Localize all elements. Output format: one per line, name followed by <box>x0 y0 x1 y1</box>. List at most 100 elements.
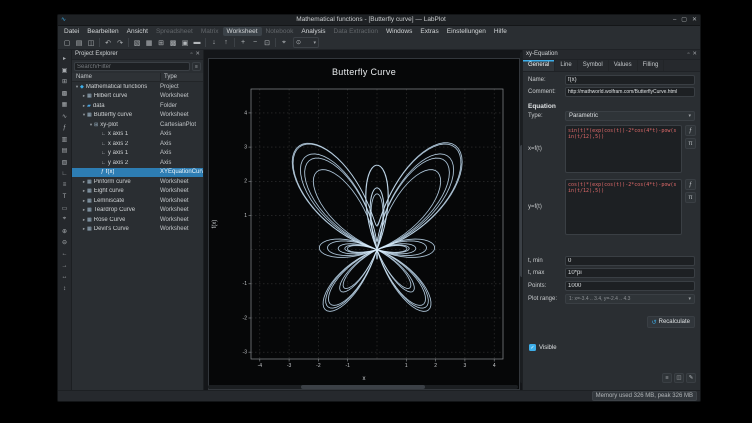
filter-options-icon[interactable]: ≡ <box>192 62 201 71</box>
tree-column-headers[interactable]: Name Type <box>72 73 203 82</box>
new-folder-icon[interactable]: ▧ <box>131 37 143 49</box>
menu-einstellungen[interactable]: Einstellungen <box>443 27 490 36</box>
minimize-button[interactable]: – <box>673 16 676 25</box>
menu-worksheet[interactable]: Worksheet <box>223 27 262 36</box>
search-input[interactable] <box>74 62 190 71</box>
insert-function-icon[interactable]: ƒ <box>685 179 696 190</box>
visible-checkbox[interactable]: ✓ Visible <box>529 344 557 351</box>
close-button[interactable]: ✕ <box>692 16 697 25</box>
menu-spreadsheet[interactable]: Spreadsheet <box>152 27 197 36</box>
menu-hilfe[interactable]: Hilfe <box>490 27 511 36</box>
menu-data-extraction[interactable]: Data Extraction <box>330 27 382 36</box>
close-dock-icon[interactable]: ✕ <box>692 50 697 59</box>
worksheet-view[interactable]: Butterfly Curve f(x) x <box>204 50 524 390</box>
x-equation-input[interactable]: sin(t)*(exp(cos(t))-2*cos(4*t)-pow(sin(t… <box>565 125 682 173</box>
horizontal-scrollbar[interactable] <box>208 385 518 389</box>
add-image-icon[interactable]: ▭ <box>60 203 70 213</box>
tree-item-butterfly-curve[interactable]: ▾▦Butterfly curveWorksheet <box>72 111 203 121</box>
new-worksheet-icon[interactable]: ▣ <box>179 37 191 49</box>
column-type[interactable]: Type <box>160 73 177 82</box>
maximize-button[interactable]: ▢ <box>681 16 687 25</box>
menu-bearbeiten[interactable]: Bearbeiten <box>83 27 122 36</box>
context-menu-icon[interactable]: ≡ <box>662 373 672 383</box>
pointer-tool-icon[interactable]: ▸ <box>60 54 70 64</box>
new-project-icon[interactable]: ▢ <box>61 37 73 49</box>
tmin-input[interactable] <box>565 256 695 266</box>
tree-item-xy-plot[interactable]: ▾⊞xy-plotCartesianPlot <box>72 120 203 130</box>
new-note-icon[interactable]: ▬ <box>191 37 203 49</box>
menu-analysis[interactable]: Analysis <box>297 27 329 36</box>
tree-item-hilbert-curve[interactable]: ▸▦Hilbert curveWorksheet <box>72 92 203 102</box>
save-project-icon[interactable]: ◫ <box>85 37 97 49</box>
new-spreadsheet-icon[interactable]: ⊞ <box>155 37 167 49</box>
tree-item-rose-curve[interactable]: ▸▦Rose CurveWorksheet <box>72 215 203 225</box>
new-workbook-icon[interactable]: ▦ <box>143 37 155 49</box>
equation-dock-header[interactable]: xy-Equation ▫ ✕ <box>523 50 700 60</box>
plot-page[interactable]: Butterfly Curve f(x) x <box>208 58 520 390</box>
plot-canvas[interactable] <box>209 59 519 389</box>
tab-symbol[interactable]: Symbol <box>578 60 609 71</box>
scale-auto-x-icon[interactable]: ↔ <box>60 272 70 282</box>
zoom-fit-icon[interactable]: ⊡ <box>261 37 273 49</box>
float-dock-icon[interactable]: ▫ <box>687 50 689 59</box>
tree-item-piriform-curve[interactable]: ▸▦Piriform curveWorksheet <box>72 177 203 187</box>
add-plot-icon[interactable]: ▦ <box>60 100 70 110</box>
shift-left-icon[interactable]: ← <box>60 249 70 259</box>
horizontal-scrollbar-thumb[interactable] <box>301 385 425 389</box>
tree-item-eight-curve[interactable]: ▸▦Eight curveWorksheet <box>72 187 203 197</box>
menu-matrix[interactable]: Matrix <box>197 27 223 36</box>
tree-item-y-axis-2[interactable]: ∟y axis 2Axis <box>72 158 203 168</box>
add-xy-curve-icon[interactable]: ∿ <box>60 111 70 121</box>
menu-extras[interactable]: Extras <box>416 27 442 36</box>
undo-icon[interactable]: ↶ <box>102 37 114 49</box>
tree-item-data[interactable]: ▸▰dataFolder <box>72 101 203 111</box>
add-legend-icon[interactable]: ≡ <box>60 180 70 190</box>
y-equation-input[interactable]: cos(t)*(exp(cos(t))-2*cos(4*t)-pow(sin(t… <box>565 179 682 235</box>
tree-item-mathematical-functions[interactable]: ▾◆Mathematical functionsProject <box>72 82 203 92</box>
tab-general[interactable]: General <box>523 60 555 71</box>
tab-line[interactable]: Line <box>555 60 577 71</box>
tree-item-lemniscate[interactable]: ▸▦LemniscateWorksheet <box>72 196 203 206</box>
tmax-input[interactable] <box>565 268 695 278</box>
menu-ansicht[interactable]: Ansicht <box>123 27 152 36</box>
comment-input[interactable] <box>565 87 695 97</box>
menu-datei[interactable]: Datei <box>60 27 83 36</box>
tab-filling[interactable]: Filling <box>638 60 665 71</box>
insert-function-icon[interactable]: ƒ <box>685 125 696 136</box>
type-combo[interactable]: Parametric ▾ <box>565 111 695 121</box>
tab-values[interactable]: Values <box>609 60 638 71</box>
titlebar[interactable]: ∿ Mathematical functions - [Butterfly cu… <box>58 15 700 26</box>
edit-template-icon[interactable]: ✎ <box>686 373 696 383</box>
menu-notebook[interactable]: Notebook <box>262 27 298 36</box>
name-input[interactable] <box>565 75 695 85</box>
crosshair-tool-icon[interactable]: ⌖ <box>60 215 70 225</box>
zoom-out-tool-icon[interactable]: ⊖ <box>60 238 70 248</box>
import-data-icon[interactable]: ↓ <box>208 37 220 49</box>
magnification-combo[interactable]: ⊙▾ <box>293 37 319 48</box>
tree-item-f-x[interactable]: ƒf(x)XYEquationCurve <box>72 168 203 178</box>
column-name[interactable]: Name <box>72 74 92 80</box>
export-data-icon[interactable]: ↑ <box>220 37 232 49</box>
new-matrix-icon[interactable]: ▩ <box>167 37 179 49</box>
add-matrix-icon[interactable]: ▩ <box>60 88 70 98</box>
recalculate-button[interactable]: ↺ Recalculate <box>647 316 695 328</box>
add-spreadsheet-icon[interactable]: ⊞ <box>60 77 70 87</box>
shift-right-icon[interactable]: → <box>60 261 70 271</box>
tree-item-devil-s-curve[interactable]: ▸▦Devil's CurveWorksheet <box>72 225 203 235</box>
open-project-icon[interactable]: ▤ <box>73 37 85 49</box>
zoom-out-icon[interactable]: − <box>249 37 261 49</box>
float-dock-icon[interactable]: ▫ <box>190 50 192 59</box>
add-worksheet-icon[interactable]: ▣ <box>60 65 70 75</box>
insert-constant-icon[interactable]: π <box>685 192 696 203</box>
add-barplot-icon[interactable]: ▤ <box>60 146 70 156</box>
add-histogram-icon[interactable]: ▥ <box>60 134 70 144</box>
redo-icon[interactable]: ↷ <box>114 37 126 49</box>
select-mode-icon[interactable]: ⌖ <box>278 37 290 49</box>
add-equation-curve-icon[interactable]: ƒ <box>60 123 70 133</box>
save-template-icon[interactable]: ◫ <box>674 373 684 383</box>
add-text-label-icon[interactable]: T <box>60 192 70 202</box>
add-boxplot-icon[interactable]: ▧ <box>60 157 70 167</box>
zoom-in-tool-icon[interactable]: ⊕ <box>60 226 70 236</box>
zoom-in-icon[interactable]: + <box>237 37 249 49</box>
close-dock-icon[interactable]: ✕ <box>195 50 200 59</box>
